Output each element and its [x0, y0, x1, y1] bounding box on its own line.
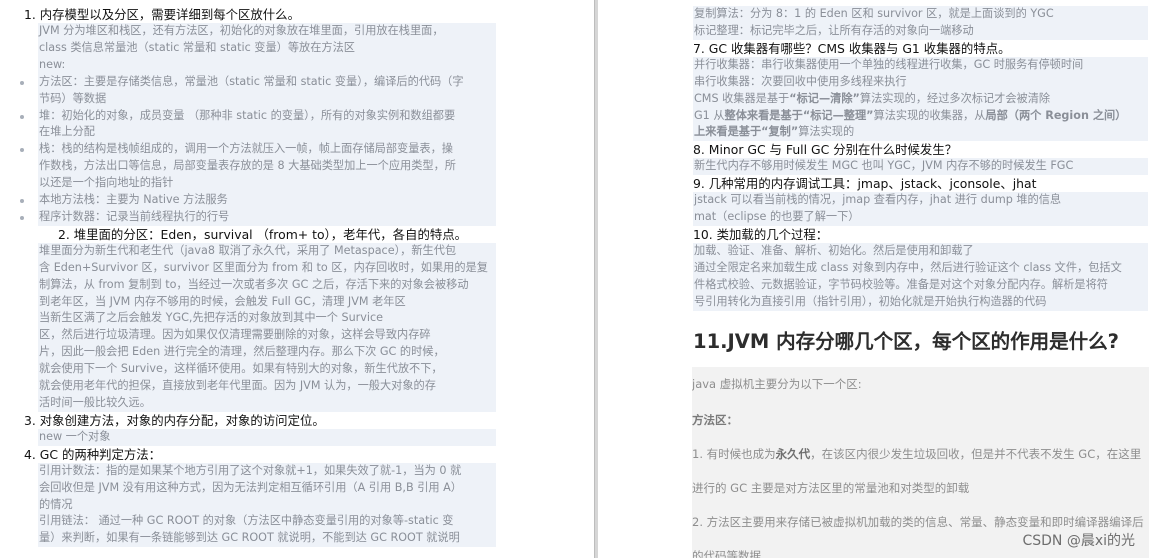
text-line: 加载、验证、准备、解析、初始化。然后是使用和卸载了	[693, 243, 1148, 260]
text-line: new:	[38, 56, 496, 74]
text-line: JVM 分为堆区和栈区，还有方法区，初始化的对象放在堆里面，引用放在栈里面，	[38, 23, 496, 40]
text-fragment: 算法实现的收集器，从	[873, 108, 986, 122]
text-fragment: jstack 可以看当前栈的情况，jmap 查看内存，jhat 进行 dump …	[694, 193, 1062, 207]
section-heading: 10. 类加载的几个过程：	[693, 227, 829, 242]
text-line: mat（eclipse 的也要了解一下）	[693, 209, 1148, 226]
bold-phrase: 上来看是基于“复制”	[694, 125, 799, 139]
bullet-dot	[20, 215, 24, 220]
text-line: 当新生区满了之后会触发 YGC,先把存活的对象放到其中一个 Survice	[38, 310, 496, 328]
text-line: 含 Eden+Survivor 区，survivor 区里面分为 from 和 …	[38, 259, 496, 277]
bold-phrase: “标记—清除”	[789, 91, 860, 105]
text-line: 复制算法：分为 8：1 的 Eden 区和 survivor 区，就是上面谈到的…	[693, 6, 1148, 23]
text-line: 引用链法： 通过一种 GC ROOT 的对象（方法区中静态变量引用的对象等-st…	[38, 513, 496, 531]
csdn-watermark: CSDN @晨xi的光	[1022, 533, 1135, 549]
text-line: 上来看是基于“复制”算法实现的	[693, 124, 1148, 142]
bold-phrase: 局部（两个 Region 之间）	[985, 108, 1127, 122]
section-heading: 9. 几种常用的内存调试工具：jmap、jstack、jconsole、jhat	[693, 176, 1037, 192]
text-line: 号引用转化为直接引用（指针引用），初始化就是开始执行构造器的代码	[693, 293, 1148, 311]
text-line: G1 从整体来看是基于“标记—整理”算法实现的收集器，从局部（两个 Region…	[693, 107, 1148, 125]
text-fragment: 加载、验证、准备、解析、初始化。然后是使用和卸载了	[694, 244, 974, 257]
section-heading: 8. Minor GC 与 Full GC 分别在什么时候发生？	[693, 142, 958, 158]
bullet-line: 堆：初始化的对象，成员变量 （那种非 static 的变量），所有的对象实例和数…	[38, 107, 496, 125]
left-document-page: 1. 内存模型以及分区，需要详细到每个区放什么。 JVM 分为堆区和栈区，还有方法…	[0, 0, 596, 558]
bullet-dot	[20, 199, 24, 203]
box-intro: java 虚拟机主要分为以下一个区:	[692, 377, 862, 391]
text-line: CMS 收集器是基于“标记—清除”算法实现的，经过多次标记才会被清除	[693, 90, 1148, 108]
box-paragraph-1-line-2: 进行的 GC 主要是对方法区里的常量池和对类型的卸载	[692, 481, 970, 495]
text-line: 堆里面分为新生代和老生代（java8 取消了永久代，采用了 Metaspace）…	[38, 242, 496, 260]
box-paragraph-2: 2. 方法区主要用来存储已被虚拟机加载的类的信息、常量、静态变量和即时编译器编译…	[692, 515, 1144, 529]
text-line: 新生代内存不够用时候发生 MGC 也叫 YGC，JVM 内存不够的时候发生 FG…	[693, 158, 1148, 176]
text-line: 制算法，从 from 复制到 to，当经过一次或者多次 GC 之后，存活下来的对…	[38, 276, 496, 294]
text-line: 通过全限定名来加载生成 class 对象到内存中，然后进行验证这个 class …	[693, 259, 1148, 277]
text-fragment: 号引用转化为直接引用（指针引用），初始化就是开始执行构造器的代码	[694, 294, 1047, 308]
bullet-line: 本地方法栈：主要为 Native 方法服务	[38, 192, 496, 209]
text-line: 就会使用老年代的担保，直接放到老年代里面。因为 JVM 认为，一般大对象的存	[38, 378, 496, 395]
text-line: 活时间一般比较久远。	[38, 394, 496, 412]
text-fragment: G1 从	[694, 108, 725, 122]
bullet-dot	[20, 148, 24, 153]
section-heading: 4. GC 的两种判定方法：	[24, 446, 162, 462]
text-line: 作数栈，方法出口等信息，局部变量表存放的是 8 大基础类型加上一个应用类型，所	[38, 158, 496, 176]
text-line: 的情况	[38, 496, 496, 514]
text-fragment: CMS 收集器是基于	[694, 91, 790, 105]
section-heading: 7. GC 收集器有哪些？CMS 收集器与 G1 收集器的特点。	[693, 40, 1011, 56]
text-fragment: 件格式校验、元数据验证，字节码校验等。准备是对这个对象分配内存。解析是将符	[694, 277, 1108, 291]
text-fragment: mat（eclipse 的也要了解一下）	[694, 210, 860, 224]
text-line: 以还是一个指向地址的指针	[38, 175, 496, 192]
text-line: new 一个对象	[38, 428, 496, 446]
text-fragment: 串行收集器：次要回收中使用多线程来执行	[694, 74, 907, 88]
section-title: 11.JVM 内存分哪几个区，每个区的作用是什么?	[693, 330, 1119, 353]
text-fragment: 标记整理：标记完毕之后，让所有存活的对象向一端移动	[694, 23, 974, 37]
box-paragraph-2-line-2: 的代码等数据	[692, 549, 761, 558]
text-fragment: 复制算法：分为 8：1 的 Eden 区和 survivor 区，就是上面谈到的…	[694, 7, 1054, 20]
text-line: 量）来判断，如果有一条链能够到达 GC ROOT 就说明，不能到达 GC ROO…	[38, 530, 496, 548]
bullet-line: 栈：栈的结构是栈帧组成的，调用一个方法就压入一帧，帧上面存储局部变量表，操	[38, 141, 496, 159]
bullet-line: 程序计数器：记录当前线程执行的行号	[38, 208, 496, 226]
text-line: 件格式校验、元数据验证，字节码校验等。准备是对这个对象分配内存。解析是将符	[693, 276, 1148, 294]
text-line: 串行收集器：次要回收中使用多线程来执行	[693, 73, 1148, 91]
bullet-line: 方法区：主要是存储类信息，常量池（static 常量和 static 变量），编…	[38, 73, 496, 91]
bullet-dot	[20, 114, 24, 119]
text-line: 节码）等数据	[38, 90, 496, 108]
text-fragment: 算法实现的	[798, 125, 855, 139]
text-line: class 类信息常量池（static 常量和 static 变量）等放在方法区	[38, 39, 496, 57]
box-label: 方法区：	[692, 413, 738, 427]
box-paragraph-1: 1. 有时候也成为永久代，在该区内很少发生垃圾回收，但是并不代表不发生 GC，在…	[692, 447, 1142, 461]
text-fragment: 算法实现的，经过多次标记才会被清除	[859, 91, 1051, 105]
text-line: jstack 可以看当前栈的情况，jmap 查看内存，jhat 进行 dump …	[693, 192, 1148, 210]
right-document-page: 11.JVM 内存分哪几个区，每个区的作用是什么? java 虚拟机主要分为以下…	[598, 0, 1149, 558]
text-fragment: 并行收集器：串行收集器使用一个单独的线程进行收集，GC 时服务有停顿时间	[694, 57, 1084, 71]
section-heading: 3. 对象创建方法，对象的内存分配，对象的访问定位。	[24, 412, 325, 428]
text-line: 会回收但是 JVM 没有用这种方式，因为无法判定相互循环引用（A 引用 B,B …	[38, 479, 496, 497]
text-line: 到老年区，当 JVM 内存不够用的时候，会触发 Full GC，清理 JVM 老…	[38, 293, 496, 311]
text-line: 在堆上分配	[38, 124, 496, 142]
text-line: 标记整理：标记完毕之后，让所有存活的对象向一端移动	[693, 22, 1148, 40]
text-line: 引用计数法：指的是如果某个地方引用了这个对象就+1，如果失效了就-1，当为 0 …	[38, 462, 496, 480]
text-fragment: 新生代内存不够用时候发生 MGC 也叫 YGC，JVM 内存不够的时候发生 FG…	[694, 159, 1074, 173]
section-heading: 1. 内存模型以及分区，需要详细到每个区放什么。	[24, 7, 300, 22]
bold-phrase: 整体来看是基于“标记—整理”	[724, 108, 874, 122]
text-line: 并行收集器：串行收集器使用一个单独的线程进行收集，GC 时服务有停顿时间	[693, 56, 1148, 74]
bullet-dot	[20, 80, 24, 85]
text-line: 片，因此一般会把 Eden 进行完全的清理，然后整理内存。那么下次 GC 的时候…	[38, 344, 496, 362]
section-heading: 2. 堆里面的分区：Eden，survival （from+ to），老年代，各…	[58, 226, 468, 242]
text-line: 区，然后进行垃圾清理。因为如果仅仅清理需要删除的对象，这样会导致内存碎	[38, 327, 496, 345]
text-fragment: 通过全限定名来加载生成 class 对象到内存中，然后进行验证这个 class …	[694, 260, 1122, 274]
text-line: 就会使用下一个 Survive，这样循环使用。如果有特别大的对象，新生代放不下，	[38, 361, 496, 378]
